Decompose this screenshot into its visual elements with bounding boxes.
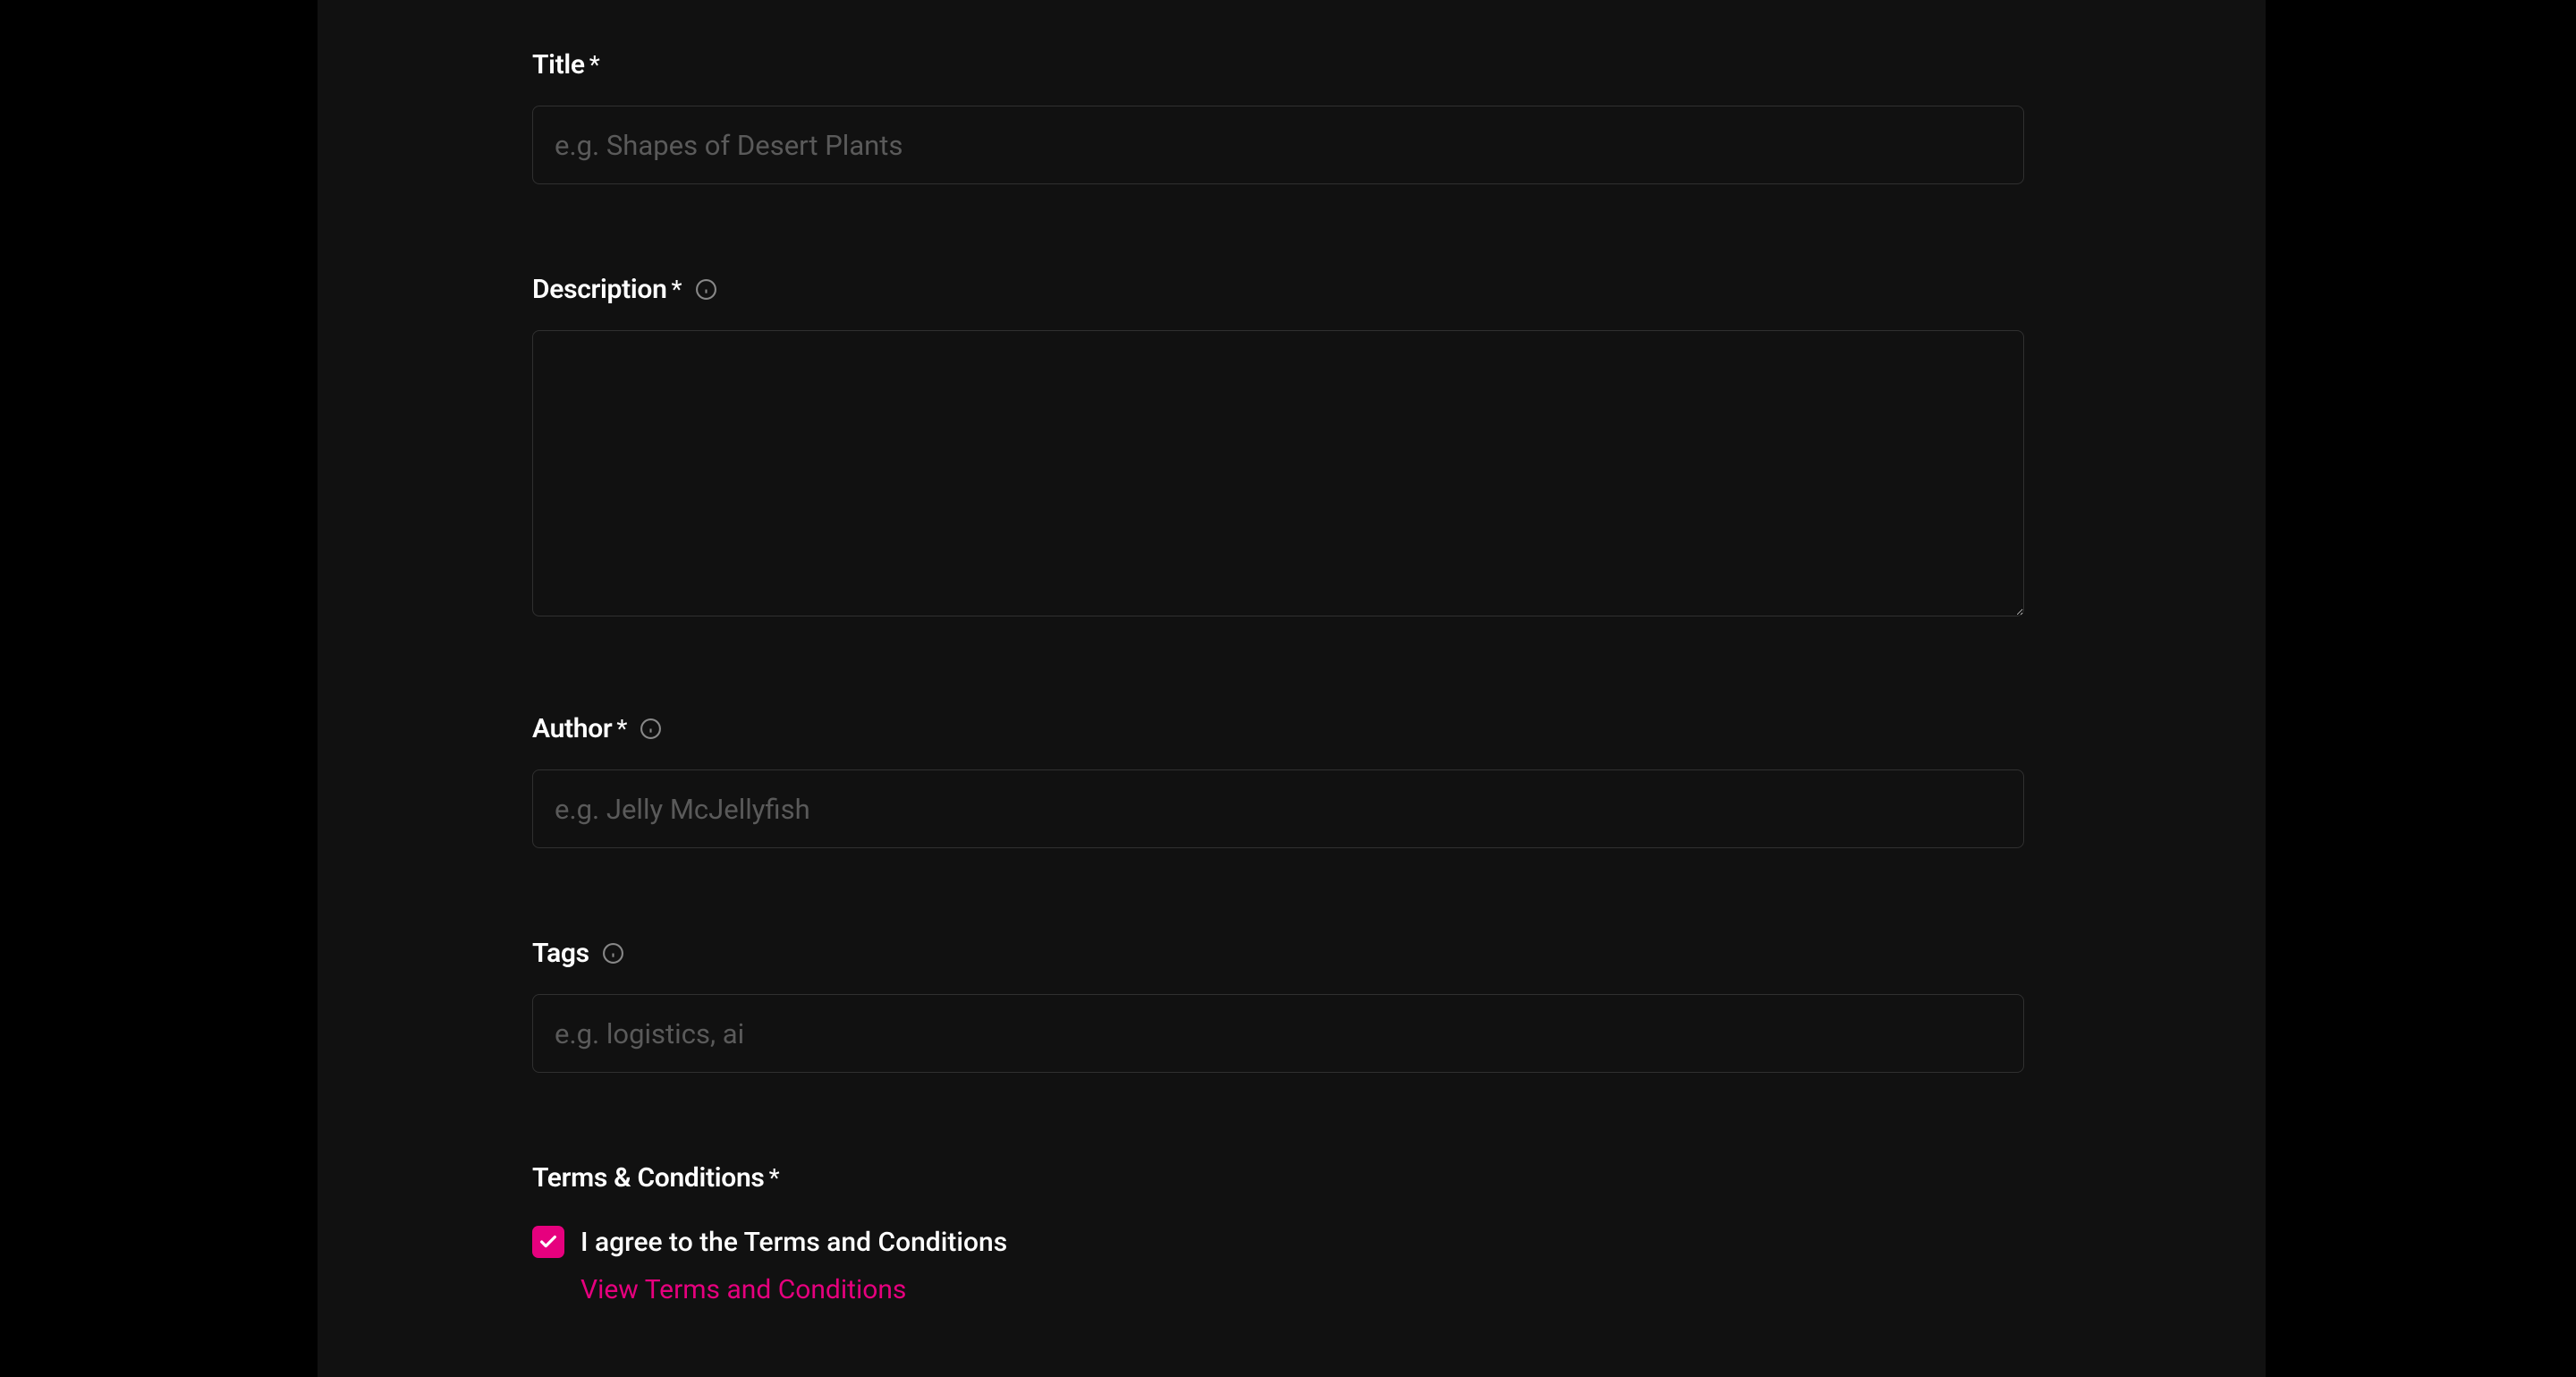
description-label-row: Description * xyxy=(532,274,2024,305)
author-required-asterisk: * xyxy=(616,714,627,744)
terms-label-row: Terms & Conditions * xyxy=(532,1162,2024,1194)
terms-checkbox-row: I agree to the Terms and Conditions xyxy=(532,1226,2024,1258)
description-required-asterisk: * xyxy=(672,275,682,304)
description-label: Description xyxy=(532,274,667,305)
title-field-group: Title * xyxy=(532,49,2024,184)
form-panel: Title * Description * xyxy=(318,0,2266,1377)
description-field-group: Description * xyxy=(532,274,2024,624)
author-label-row: Author * xyxy=(532,713,2024,744)
terms-label: Terms & Conditions xyxy=(532,1162,765,1194)
terms-checkbox[interactable] xyxy=(532,1226,564,1258)
author-label: Author xyxy=(532,713,612,744)
title-required-asterisk: * xyxy=(589,50,600,80)
terms-required-asterisk: * xyxy=(769,1163,780,1193)
info-icon[interactable] xyxy=(640,718,662,740)
tags-label: Tags xyxy=(532,938,589,969)
terms-checkbox-label: I agree to the Terms and Conditions xyxy=(580,1227,1007,1258)
page-container: Title * Description * xyxy=(0,0,2576,1377)
title-label-row: Title * xyxy=(532,49,2024,81)
terms-field-group: Terms & Conditions * I agree to the Term… xyxy=(532,1162,2024,1305)
tags-label-row: Tags xyxy=(532,938,2024,969)
title-label: Title xyxy=(532,49,585,81)
author-field-group: Author * xyxy=(532,713,2024,848)
info-icon[interactable] xyxy=(602,942,624,965)
tags-field-group: Tags xyxy=(532,938,2024,1073)
info-icon[interactable] xyxy=(695,278,717,301)
terms-link[interactable]: View Terms and Conditions xyxy=(580,1274,906,1305)
title-input[interactable] xyxy=(532,106,2024,184)
description-textarea[interactable] xyxy=(532,330,2024,616)
author-input[interactable] xyxy=(532,769,2024,848)
tags-input[interactable] xyxy=(532,994,2024,1073)
